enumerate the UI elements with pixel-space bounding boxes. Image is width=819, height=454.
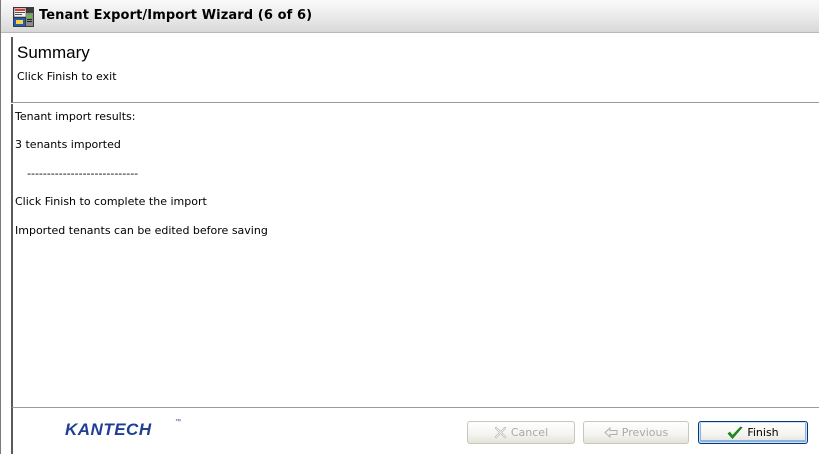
results-separator: ----------------------------	[27, 167, 139, 180]
page-subtitle: Click Finish to exit	[17, 70, 117, 83]
previous-button[interactable]: Previous	[583, 421, 689, 444]
kantech-logo: KANTECH	[65, 420, 152, 439]
results-heading: Tenant import results:	[15, 110, 136, 123]
previous-label: Previous	[621, 426, 669, 439]
results-panel: Tenant import results: 3 tenants importe…	[11, 104, 819, 408]
window-title: Tenant Export/Import Wizard (6 of 6)	[39, 8, 313, 23]
cancel-label: Cancel	[510, 426, 549, 439]
app-icon	[13, 7, 34, 27]
title-bar[interactable]: Tenant Export/Import Wizard (6 of 6)	[1, 0, 819, 33]
finish-label: Finish	[747, 426, 779, 439]
results-note: Imported tenants can be edited before sa…	[15, 224, 268, 237]
finish-button[interactable]: Finish	[698, 421, 808, 444]
checkmark-icon	[727, 426, 743, 439]
wizard-header: Summary Click Finish to exit	[11, 37, 819, 103]
arrow-left-icon	[604, 427, 618, 438]
wizard-footer: KANTECH ™ Cancel Previous Finish	[11, 408, 819, 454]
results-instruction: Click Finish to complete the import	[15, 195, 207, 208]
results-count: 3 tenants imported	[15, 138, 121, 151]
trademark-symbol: ™	[175, 419, 181, 425]
x-icon	[494, 426, 506, 439]
cancel-button[interactable]: Cancel	[467, 421, 575, 444]
page-title: Summary	[17, 43, 90, 62]
wizard-window: Tenant Export/Import Wizard (6 of 6) Sum…	[0, 0, 819, 454]
